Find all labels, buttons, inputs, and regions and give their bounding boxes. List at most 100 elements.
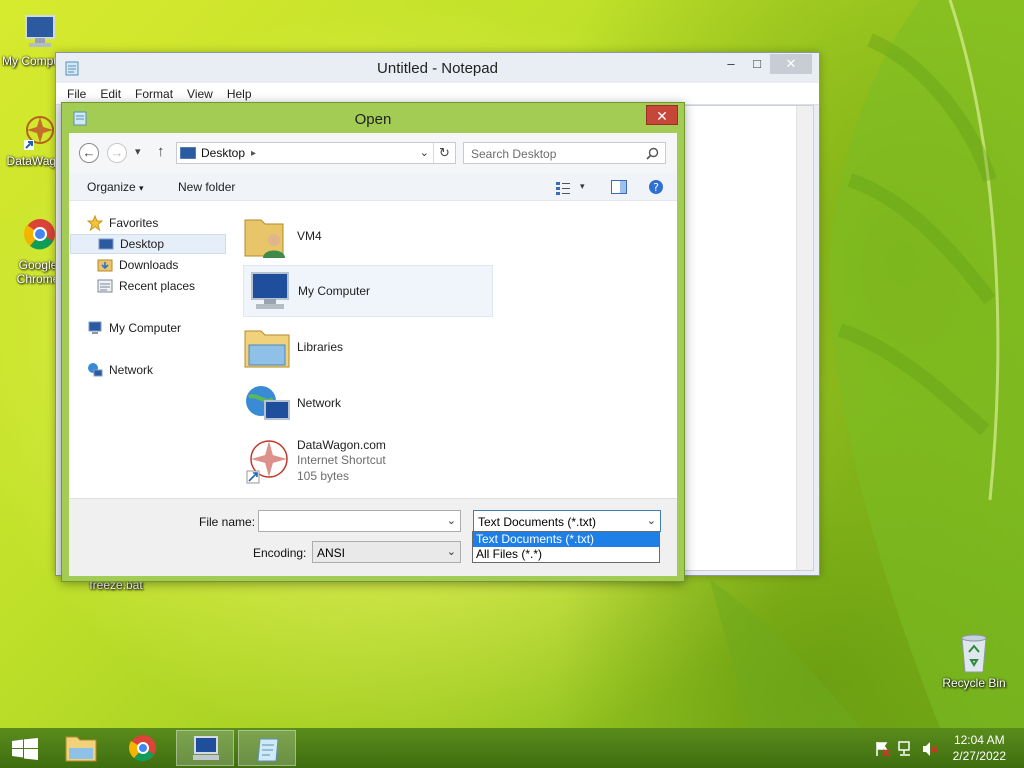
chevron-down-icon[interactable]: ⌄ <box>647 514 656 527</box>
internet-shortcut-icon <box>246 440 288 484</box>
chevron-down-icon[interactable]: ⌄ <box>420 146 429 159</box>
menu-help[interactable]: Help <box>220 87 259 101</box>
file-name: Libraries <box>297 340 344 354</box>
nav-item-recent-places[interactable]: Recent places <box>97 276 195 296</box>
action-center-flag-icon[interactable] <box>874 741 890 757</box>
menu-edit[interactable]: Edit <box>93 87 128 101</box>
monitor-icon <box>193 736 219 760</box>
new-folder-button[interactable]: New folder <box>178 180 235 194</box>
dialog-titlebar[interactable]: Open ✕ <box>62 103 684 133</box>
taskbar-chrome[interactable] <box>114 730 172 766</box>
clock-time: 12:04 AM <box>953 733 1005 747</box>
file-type-select[interactable]: Text Documents (*.txt) ⌄ <box>473 510 661 532</box>
file-type-value: Text Documents (*.txt) <box>478 515 597 529</box>
desktop-icon-recycle-bin[interactable]: Recycle Bin <box>936 630 1012 690</box>
file-item-libraries[interactable]: Libraries <box>243 321 493 373</box>
encoding-select[interactable]: ANSI ⌄ <box>312 541 461 563</box>
desktop-icon <box>180 147 196 159</box>
recent-locations-dropdown[interactable]: ▾ <box>135 145 141 158</box>
file-item-my-computer[interactable]: My Computer <box>243 265 493 317</box>
monitor-icon <box>251 272 289 309</box>
recent-places-icon <box>97 279 113 293</box>
nav-item-label: My Computer <box>109 321 182 335</box>
maximize-button[interactable]: □ <box>746 54 768 74</box>
encoding-value: ANSI <box>317 546 346 560</box>
volume-muted-icon[interactable] <box>922 741 938 757</box>
system-clock[interactable]: 12:04 AM 2/27/2022 <box>953 732 1006 764</box>
taskbar: 12:04 AM 2/27/2022 <box>0 728 1024 768</box>
folder-icon <box>65 736 97 762</box>
minimize-button[interactable]: – <box>720 54 742 74</box>
address-text: Desktop <box>201 146 246 160</box>
network-icon <box>246 386 290 420</box>
recycle-bin-icon <box>961 634 987 673</box>
file-size: 105 bytes <box>297 469 350 483</box>
desktop-icon <box>98 238 114 250</box>
address-bar[interactable]: Desktop ▸ ⌄ ↻ <box>176 142 456 164</box>
nav-item-label: Favorites <box>109 216 159 230</box>
search-placeholder: Search Desktop <box>471 147 557 161</box>
taskbar-my-computer[interactable] <box>176 730 234 766</box>
monitor-icon <box>88 321 102 334</box>
file-name: VM4 <box>297 229 322 243</box>
menu-format[interactable]: Format <box>128 87 180 101</box>
nav-item-label: Network <box>109 363 154 377</box>
file-item-vm4[interactable]: VM4 <box>243 210 493 262</box>
organize-label: Organize <box>87 180 136 194</box>
menu-view[interactable]: View <box>180 87 220 101</box>
dialog-body: ← → ▾ ↑ Desktop ▸ ⌄ ↻ Search Desktop Org… <box>69 133 677 576</box>
dialog-close-button[interactable]: ✕ <box>646 105 678 125</box>
encoding-label: Encoding: <box>253 546 307 560</box>
file-type-option[interactable]: All Files (*.*) <box>473 547 659 562</box>
navigation-pane: Favorites Desktop Downloads Recent place… <box>69 202 234 498</box>
up-button[interactable]: ↑ <box>157 143 165 160</box>
search-icon[interactable] <box>646 147 659 160</box>
refresh-icon[interactable]: ↻ <box>433 143 455 163</box>
menu-file[interactable]: File <box>60 87 93 101</box>
chevron-down-icon[interactable]: ⌄ <box>447 514 456 527</box>
help-icon[interactable]: ? <box>648 179 664 195</box>
file-list: VM4 My Computer Libraries Network DataWa… <box>239 202 675 498</box>
file-type-option[interactable]: Text Documents (*.txt) <box>473 532 659 547</box>
monitor-icon <box>25 15 55 47</box>
taskbar-file-explorer[interactable] <box>52 730 110 766</box>
file-name-input[interactable]: ⌄ <box>258 510 461 532</box>
back-button[interactable]: ← <box>79 143 99 163</box>
view-options-chevron-icon[interactable]: ▾ <box>580 181 585 192</box>
file-name: DataWagon.com <box>297 438 386 452</box>
open-dialog: Open ✕ ← → ▾ ↑ Desktop ▸ ⌄ ↻ Search Desk… <box>61 102 685 582</box>
change-view-icon[interactable] <box>556 181 572 195</box>
nav-item-favorites[interactable]: Favorites <box>87 213 158 233</box>
windows-start-icon[interactable] <box>12 738 38 760</box>
taskbar-notepad[interactable] <box>238 730 296 766</box>
downloads-folder-icon <box>97 259 113 272</box>
navigation-bar: ← → ▾ ↑ Desktop ▸ ⌄ ↻ Search Desktop <box>69 133 677 173</box>
search-input[interactable]: Search Desktop <box>463 142 666 164</box>
chevron-down-icon[interactable]: ⌄ <box>447 545 456 558</box>
datawagon-logo-icon <box>24 116 54 150</box>
chrome-icon <box>24 219 55 250</box>
svg-text:?: ? <box>653 181 659 194</box>
preview-pane-icon[interactable] <box>611 180 627 194</box>
file-type-dropdown-list: Text Documents (*.txt) All Files (*.*) <box>472 531 660 563</box>
notepad-title: Untitled - Notepad <box>377 60 498 77</box>
nav-item-network[interactable]: Network <box>87 360 153 380</box>
notepad-icon <box>257 738 279 762</box>
organize-button[interactable]: Organize ▾ <box>87 180 144 194</box>
file-item-datawagon-shortcut[interactable]: DataWagon.com Internet Shortcut 105 byte… <box>243 433 493 489</box>
chrome-icon <box>129 735 156 762</box>
notepad-titlebar[interactable]: Untitled - Notepad – □ ✕ <box>56 53 819 83</box>
nav-item-desktop[interactable]: Desktop <box>70 234 226 254</box>
vertical-scrollbar[interactable] <box>796 106 813 570</box>
file-name: My Computer <box>298 284 371 298</box>
chevron-right-icon[interactable]: ▸ <box>251 148 256 159</box>
nav-item-downloads[interactable]: Downloads <box>97 255 178 275</box>
file-item-network[interactable]: Network <box>243 377 493 429</box>
network-status-icon[interactable] <box>898 741 914 757</box>
close-button[interactable]: ✕ <box>770 54 812 74</box>
desktop-icon-label: Recycle Bin <box>942 676 1006 690</box>
nav-item-my-computer[interactable]: My Computer <box>87 318 181 338</box>
clock-date: 2/27/2022 <box>952 749 1006 763</box>
forward-button[interactable]: → <box>107 143 127 163</box>
star-icon <box>87 215 103 231</box>
